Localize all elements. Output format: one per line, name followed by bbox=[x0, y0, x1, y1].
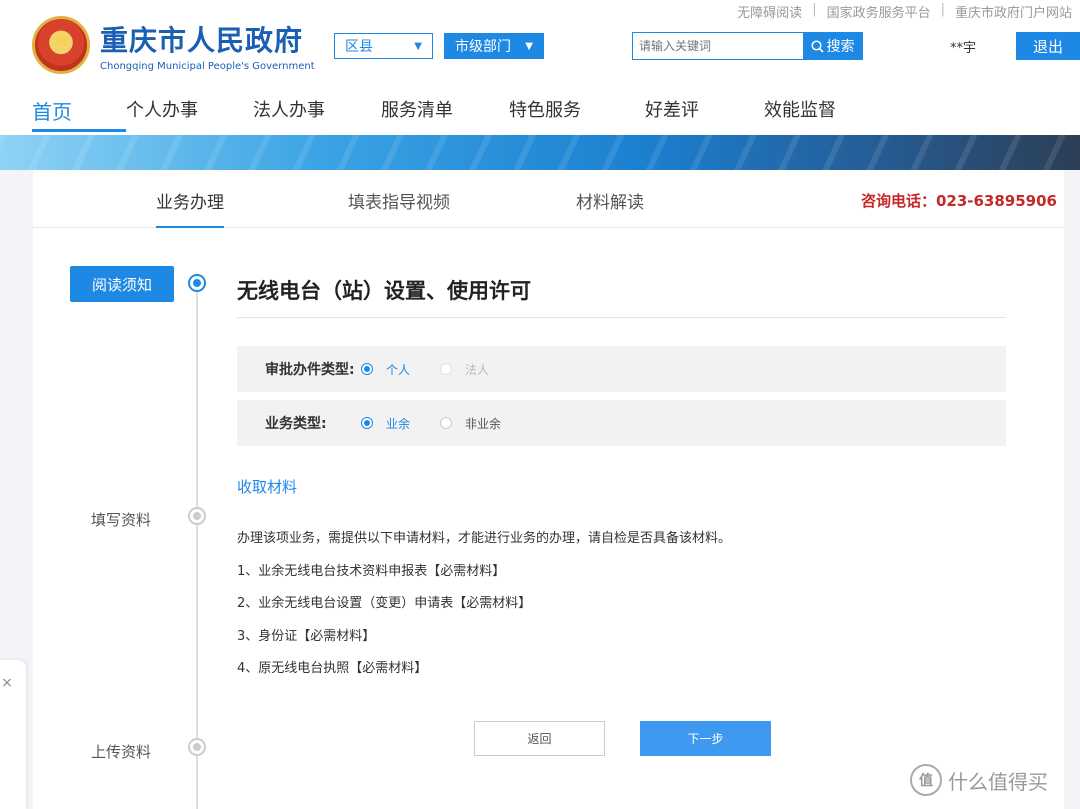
approval-type-row: 审批办件类型: 个人 法人 bbox=[237, 346, 1006, 392]
radio-personal-label: 个人 bbox=[386, 362, 411, 377]
business-type-label: 业务类型: bbox=[265, 416, 327, 432]
top-link-separator: | bbox=[940, 2, 945, 17]
nav-service-list[interactable]: 服务清单 bbox=[381, 96, 509, 132]
national-emblem-icon bbox=[32, 16, 90, 74]
materials-description: 办理该项业务，需提供以下申请材料，才能进行业务的办理，请自检是否具备该材料。 bbox=[237, 531, 732, 546]
nav-featured-services[interactable]: 特色服务 bbox=[509, 96, 645, 132]
watermark: 值 什么值得买 bbox=[910, 764, 1048, 796]
radio-legal-entity[interactable]: 法人 bbox=[440, 361, 489, 378]
tab-business-handling[interactable]: 业务办理 bbox=[156, 188, 224, 228]
approval-type-label: 审批办件类型: bbox=[265, 362, 355, 378]
top-links: 无障碍阅读 | 国家政务服务平台 | 重庆市政府门户网站 bbox=[737, 2, 1072, 21]
search-box: 搜索 bbox=[632, 32, 863, 60]
material-item: 4、原无线电台执照【必需材料】 bbox=[237, 661, 428, 676]
department-select-value: 市级部门 bbox=[455, 39, 511, 55]
logo-title: 重庆市人民政府 bbox=[100, 23, 304, 57]
step-timeline bbox=[196, 285, 198, 809]
radio-personal[interactable]: 个人 bbox=[361, 361, 410, 378]
watermark-logo-icon: 值 bbox=[910, 764, 942, 796]
sub-tabs: 业务办理 填表指导视频 材料解读 咨询电话：023-63895906 bbox=[33, 170, 1064, 228]
radio-amateur-label: 业余 bbox=[386, 416, 411, 431]
nav-rating[interactable]: 好差评 bbox=[645, 96, 764, 132]
chevron-down-icon: ▼ bbox=[414, 40, 422, 52]
hotline: 咨询电话：023-63895906 bbox=[861, 190, 1057, 211]
site-logo[interactable]: 重庆市人民政府 Chongqing Municipal People's Gov… bbox=[32, 16, 315, 74]
nav-home[interactable]: 首页 bbox=[32, 96, 126, 132]
district-select[interactable]: 区县 ▼ bbox=[334, 33, 433, 59]
radio-legal-entity-label: 法人 bbox=[465, 362, 490, 377]
step-fill-info[interactable]: 填写资料 bbox=[91, 509, 151, 530]
tab-form-guide-video[interactable]: 填表指导视频 bbox=[348, 188, 450, 228]
back-button[interactable]: 返回 bbox=[474, 721, 605, 756]
nav-legal-entity[interactable]: 法人办事 bbox=[253, 96, 381, 132]
user-name[interactable]: **宇 bbox=[950, 37, 976, 56]
close-icon[interactable]: × bbox=[0, 675, 14, 691]
search-input[interactable] bbox=[633, 33, 803, 59]
radio-amateur[interactable]: 业余 bbox=[361, 415, 410, 432]
hotline-number: 023-63895906 bbox=[935, 192, 1057, 210]
chongqing-portal-link[interactable]: 重庆市政府门户网站 bbox=[955, 2, 1072, 21]
search-icon bbox=[810, 39, 824, 53]
nav-efficiency-supervision[interactable]: 效能监督 bbox=[764, 96, 854, 132]
step-dot bbox=[188, 738, 206, 756]
step-dot-active bbox=[188, 274, 206, 292]
department-select[interactable]: 市级部门 ▼ bbox=[444, 33, 544, 59]
national-gov-service-link[interactable]: 国家政务服务平台 bbox=[827, 2, 931, 21]
next-step-button[interactable]: 下一步 bbox=[640, 721, 771, 756]
material-item: 1、业余无线电台技术资料申报表【必需材料】 bbox=[237, 564, 506, 579]
site-header: 无障碍阅读 | 国家政务服务平台 | 重庆市政府门户网站 重庆市人民政府 Cho… bbox=[0, 0, 1080, 135]
page-title: 无线电台（站）设置、使用许可 bbox=[237, 279, 531, 303]
step-read-notice[interactable]: 阅读须知 bbox=[70, 266, 174, 302]
nav-personal[interactable]: 个人办事 bbox=[126, 96, 253, 132]
radio-dot bbox=[361, 363, 373, 375]
hotline-label: 咨询电话： bbox=[860, 192, 936, 210]
accessible-reading-link[interactable]: 无障碍阅读 bbox=[737, 2, 802, 21]
search-button[interactable]: 搜索 bbox=[803, 33, 862, 59]
logo-subtitle: Chongqing Municipal People's Government bbox=[100, 60, 315, 72]
logout-button[interactable]: 退出 bbox=[1016, 32, 1080, 60]
step-dot bbox=[188, 507, 206, 525]
step-upload[interactable]: 上传资料 bbox=[91, 741, 151, 762]
content-panel: 业务办理 填表指导视频 材料解读 咨询电话：023-63895906 阅读须知 … bbox=[33, 170, 1064, 809]
search-button-label: 搜索 bbox=[826, 39, 855, 55]
radio-dot bbox=[361, 417, 373, 429]
tab-material-interpretation[interactable]: 材料解读 bbox=[576, 188, 644, 228]
material-item: 2、业余无线电台设置（变更）申请表【必需材料】 bbox=[237, 596, 532, 611]
main-nav: 首页 个人办事 法人办事 服务清单 特色服务 好差评 效能监督 bbox=[32, 96, 854, 132]
title-divider bbox=[237, 317, 1006, 318]
business-type-row: 业务类型: 业余 非业余 bbox=[237, 400, 1006, 446]
watermark-text: 什么值得买 bbox=[948, 769, 1048, 794]
district-select-value: 区县 bbox=[345, 39, 373, 55]
materials-heading: 收取材料 bbox=[237, 478, 298, 496]
header-banner bbox=[0, 135, 1080, 170]
radio-non-amateur-label: 非业余 bbox=[465, 416, 502, 431]
top-link-separator: | bbox=[812, 2, 817, 17]
radio-dot bbox=[440, 417, 453, 429]
chevron-down-icon: ▼ bbox=[525, 40, 533, 52]
radio-non-amateur[interactable]: 非业余 bbox=[440, 415, 501, 432]
radio-dot bbox=[440, 363, 453, 375]
material-item: 3、身份证【必需材料】 bbox=[237, 629, 376, 644]
